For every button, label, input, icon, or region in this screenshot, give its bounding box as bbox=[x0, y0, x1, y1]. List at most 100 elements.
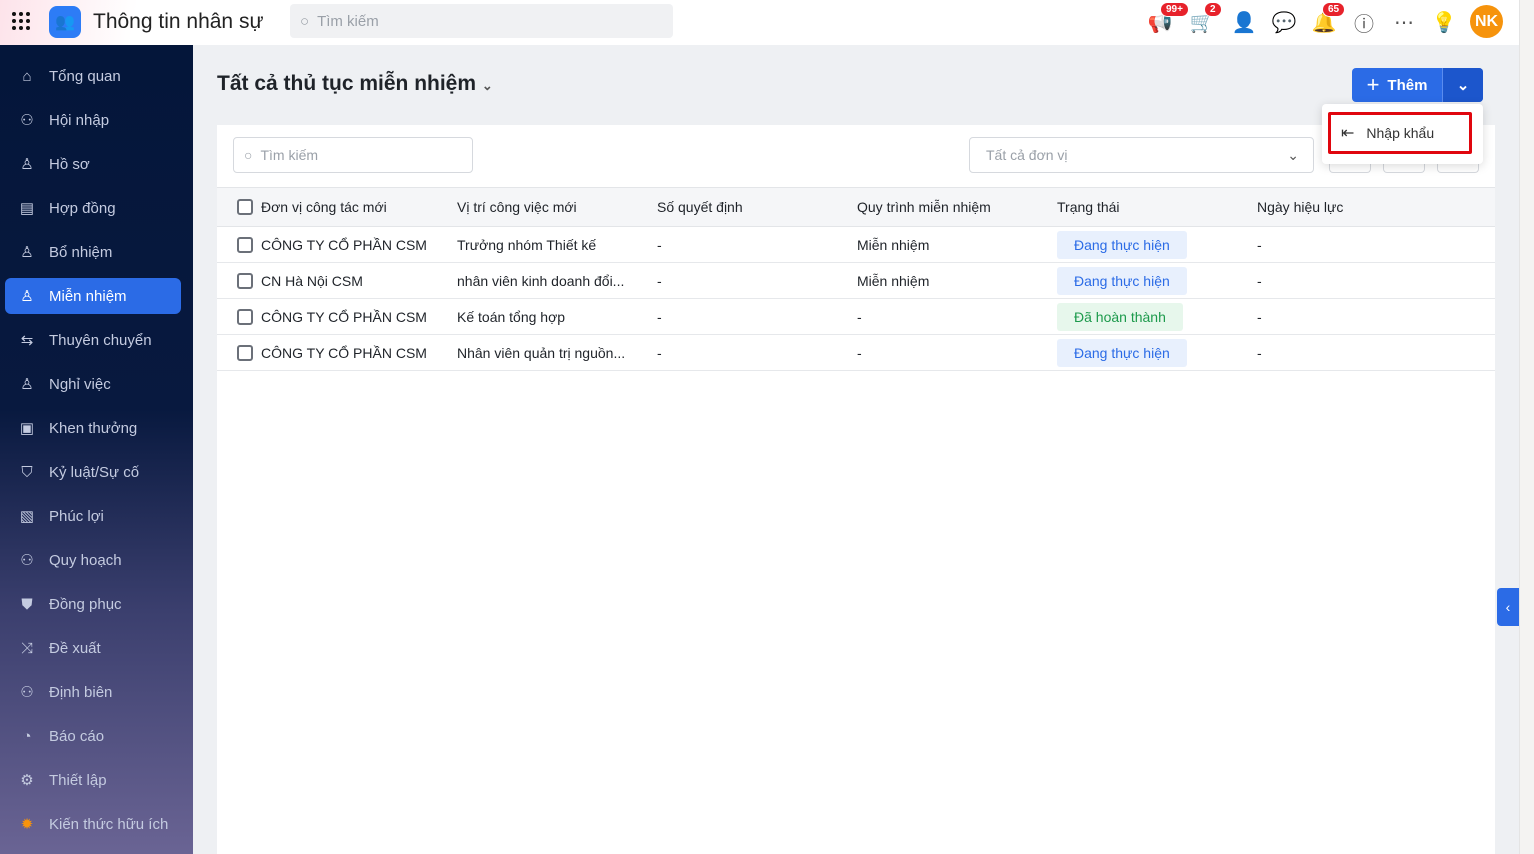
sidebar-item[interactable]: ◔ Báo cáo bbox=[5, 718, 181, 754]
date-cell: - bbox=[1257, 344, 1262, 361]
process-cell: Miễn nhiệm bbox=[857, 272, 930, 289]
process-cell: - bbox=[857, 344, 862, 361]
sidebar-item-label: Đồng phục bbox=[49, 595, 122, 613]
select-all-checkbox[interactable] bbox=[237, 199, 253, 215]
sidebar-item[interactable]: ♙ Bổ nhiệm bbox=[5, 234, 181, 270]
pie-chart-icon: ◔ bbox=[22, 727, 32, 745]
unit-cell: CÔNG TY CỔ PHẦN CSM bbox=[261, 344, 427, 361]
unit-cell: CN Hà Nội CSM bbox=[261, 272, 363, 289]
add-dropdown-toggle[interactable]: ⌄ bbox=[1442, 68, 1483, 102]
sidebar-item-label: Thuyên chuyển bbox=[49, 331, 152, 349]
megaphone-icon[interactable]: 📢 99+ bbox=[1146, 2, 1189, 36]
sidebar-item[interactable]: ▤ Hợp đồng bbox=[5, 190, 181, 226]
sidebar-item[interactable]: ⤨ Đề xuất bbox=[5, 630, 181, 666]
chat-icon[interactable]: 💬 bbox=[1270, 8, 1298, 36]
panel-toggle-chevron-left-icon[interactable]: ‹ bbox=[1497, 588, 1519, 626]
add-label: Thêm bbox=[1387, 76, 1428, 94]
sidebar-item[interactable]: ▧ Phúc lợi bbox=[5, 498, 181, 534]
position-cell: Trưởng nhóm Thiết kế bbox=[457, 236, 597, 253]
bell-icon[interactable]: 🔔 65 bbox=[1310, 2, 1346, 36]
add-button-group: + Thêm ⌄ bbox=[1352, 68, 1483, 102]
users-icon: ⚇ bbox=[20, 112, 34, 129]
document-icon: ▤ bbox=[19, 200, 35, 217]
status-badge: Đang thực hiện bbox=[1057, 338, 1187, 367]
date-cell: - bbox=[1257, 308, 1262, 325]
row-checkbox[interactable] bbox=[237, 273, 253, 289]
lightbulb-icon[interactable]: 💡 bbox=[1430, 8, 1458, 36]
sidebar-item-label: Bổ nhiệm bbox=[49, 243, 113, 261]
table-row[interactable]: CÔNG TY CỔ PHẦN CSM Kế toán tổng hợp - - Đã … bbox=[217, 299, 1495, 335]
sidebar-item-label: Đề xuất bbox=[49, 639, 101, 657]
position-cell: Kế toán tổng hợp bbox=[457, 308, 566, 325]
column-header[interactable]: Số quyết định bbox=[657, 188, 743, 226]
sidebar-item[interactable]: ⌂ Tổng quan bbox=[5, 58, 181, 94]
unit-filter-select[interactable]: Tất cả đơn vị ⌄ bbox=[969, 137, 1314, 173]
content-card: ○ Tìm kiếm Tất cả đơn vị ⌄ Đơn vị công tác… bbox=[217, 125, 1495, 854]
page-title[interactable]: Tất cả thủ tục miễn nhiệm ⌄ bbox=[217, 72, 493, 96]
sidebar-item-label: Hồ sơ bbox=[49, 155, 90, 173]
sidebar-item-label: Khen thưởng bbox=[49, 419, 138, 437]
sidebar-item[interactable]: ⚙ Thiết lập bbox=[5, 762, 181, 798]
app-title: Thông tin nhân sự bbox=[93, 10, 264, 33]
page-title-text: Tất cả thủ tục miễn nhiệm bbox=[217, 72, 477, 95]
table-row[interactable]: CÔNG TY CỔ PHẦN CSM Nhân viên quản trị ng… bbox=[217, 335, 1495, 371]
unit-cell: CÔNG TY CỔ PHẦN CSM bbox=[261, 308, 427, 325]
column-header[interactable]: Ngày hiệu lực bbox=[1257, 188, 1343, 226]
import-icon: ⇤ bbox=[1341, 125, 1355, 142]
gear-icon: ⚙ bbox=[20, 772, 34, 789]
hr-app-logo-icon: 👥 bbox=[49, 6, 81, 38]
sidebar-item[interactable]: ⛉ Kỷ luật/Sự cố bbox=[5, 454, 181, 490]
table-header: Đơn vị công tác mới Vị trí công việc mới S… bbox=[217, 187, 1495, 227]
process-cell: - bbox=[857, 308, 862, 325]
shirt-icon: ⛊ bbox=[21, 595, 33, 613]
sidebar-item[interactable]: ⚇ Quy hoạch bbox=[5, 542, 181, 578]
sidebar-item[interactable]: ♙ Miễn nhiệm bbox=[5, 278, 181, 314]
sidebar-item[interactable]: ⚇ Định biên bbox=[5, 674, 181, 710]
search-input[interactable]: ○ Tìm kiếm bbox=[233, 137, 473, 173]
app-grid-icon[interactable] bbox=[12, 12, 30, 30]
sidebar-item[interactable]: ♙ Hồ sơ bbox=[5, 146, 181, 182]
column-header[interactable]: Trạng thái bbox=[1057, 188, 1120, 226]
sidebar-item-label: Tổng quan bbox=[49, 67, 121, 85]
search-icon: ○ bbox=[300, 12, 310, 30]
table-row[interactable]: CN Hà Nội CSM nhân viên kinh doanh đổi...… bbox=[217, 263, 1495, 299]
add-dropdown-menu: ⇤ Nhập khẩu bbox=[1322, 104, 1483, 164]
sidebar-item-label: Phúc lợi bbox=[49, 507, 104, 525]
column-header[interactable]: Vị trí công việc mới bbox=[457, 188, 577, 226]
benefit-icon: ▧ bbox=[19, 508, 35, 525]
sidebar-item[interactable]: ♙ Nghỉ việc bbox=[5, 366, 181, 402]
user-plus-icon: ♙ bbox=[20, 244, 34, 261]
add-user-icon[interactable]: 👤 bbox=[1230, 8, 1258, 36]
home-icon: ⌂ bbox=[22, 67, 32, 85]
sidebar-item[interactable]: ⇆ Thuyên chuyển bbox=[5, 322, 181, 358]
global-search-input[interactable]: ○ Tìm kiếm bbox=[290, 4, 673, 38]
column-header[interactable]: Quy trình miễn nhiệm bbox=[857, 188, 991, 226]
more-icon[interactable]: ⋯ bbox=[1390, 8, 1418, 36]
avatar[interactable]: NK bbox=[1470, 5, 1503, 38]
column-header[interactable]: Đơn vị công tác mới bbox=[261, 188, 387, 226]
add-button[interactable]: + Thêm bbox=[1352, 68, 1442, 102]
sidebar-item-label: Kỷ luật/Sự cố bbox=[49, 463, 140, 481]
row-checkbox[interactable] bbox=[237, 309, 253, 325]
sidebar-item-label: Kiến thức hữu ích bbox=[49, 815, 169, 833]
chevron-down-icon: ⌄ bbox=[1287, 146, 1299, 163]
table-row[interactable]: CÔNG TY CỔ PHẦN CSM Trưởng nhóm Thiết kế -… bbox=[217, 227, 1495, 263]
sidebar-item-label: Hội nhập bbox=[49, 111, 110, 129]
row-checkbox[interactable] bbox=[237, 345, 253, 361]
sidebar-item-label: Thiết lập bbox=[49, 771, 107, 789]
sidebar-item[interactable]: ✹ Kiến thức hữu ích bbox=[5, 806, 181, 842]
import-menu-item[interactable]: ⇤ Nhập khẩu bbox=[1328, 112, 1472, 154]
sidebar-item[interactable]: ▣ Khen thưởng bbox=[5, 410, 181, 446]
status-cell: Đang thực hiện bbox=[1057, 335, 1187, 370]
sidebar-item-label: Định biên bbox=[49, 683, 113, 701]
decision-cell: - bbox=[657, 308, 662, 325]
help-icon[interactable]: ⓘ bbox=[1350, 8, 1378, 36]
transfer-icon: ⇆ bbox=[20, 332, 34, 349]
cart-icon[interactable]: 🛒 2 bbox=[1188, 2, 1222, 36]
sidebar-item[interactable]: ⚇ Hội nhập bbox=[5, 102, 181, 138]
cart-badge: 2 bbox=[1204, 2, 1222, 17]
sidebar-item[interactable]: ⛊ Đồng phục bbox=[5, 586, 181, 622]
unit-filter-value: Tất cả đơn vị bbox=[986, 147, 1068, 163]
row-checkbox[interactable] bbox=[237, 237, 253, 253]
lightbulb-book-icon: ✹ bbox=[20, 816, 34, 833]
